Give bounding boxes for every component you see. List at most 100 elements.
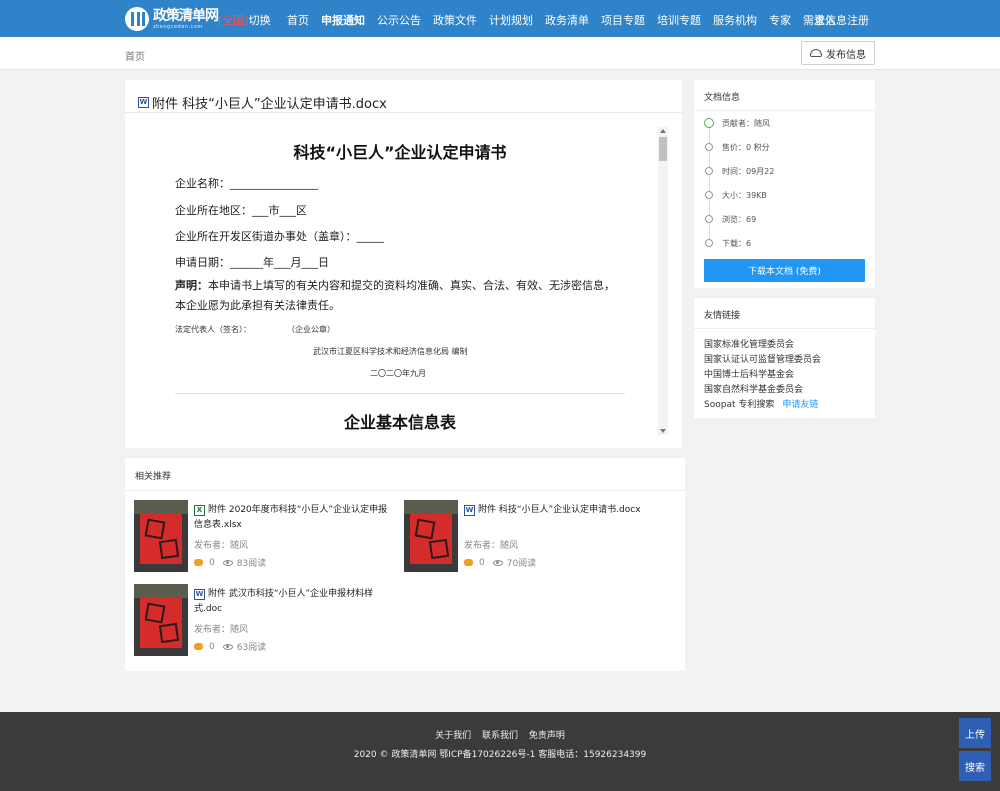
cloud-upload-icon xyxy=(810,49,822,57)
doc-field-region: 企业所在地区：___市___区 xyxy=(175,204,307,217)
float-search-button[interactable]: 搜索 xyxy=(959,751,991,781)
eye-icon xyxy=(222,559,233,566)
doc-info-title: 文档信息 xyxy=(704,93,741,103)
coin-icon xyxy=(194,643,203,650)
friend-link[interactable]: 中国博士后科学基金会 xyxy=(704,368,821,383)
nav-item-home[interactable]: 首页 xyxy=(287,12,309,28)
region-switch-link[interactable]: 切换 xyxy=(249,14,271,27)
apply-friend-link[interactable]: 申请友链 xyxy=(782,400,818,410)
nav-item-experts[interactable]: 专家 xyxy=(769,12,791,28)
nav-item-plans[interactable]: 计划规划 xyxy=(489,12,533,28)
doc-declaration-text: 本申请书上填写的有关内容和提交的资料均准确、真实、合法、有效、无涉密信息，本企业… xyxy=(175,279,615,312)
eye-icon xyxy=(492,559,503,566)
related-card[interactable]: X 附件 2020年度市科技“小巨人”企业认定申报信息表.xlsx 发布者：随风 … xyxy=(134,500,394,572)
friend-link-row: Soopat 专利搜索 申请友链 xyxy=(704,398,821,413)
publish-info-button[interactable]: 发布信息 xyxy=(801,41,875,65)
related-card[interactable]: W 附件 武汉市科技“小巨人”企业申报材料样式.doc 发布者：随风 0 63阅读 xyxy=(134,584,394,656)
related-card-publisher: 发布者：随风 xyxy=(194,625,249,635)
divider xyxy=(694,328,875,329)
nav-item-announcements[interactable]: 公示公告 xyxy=(377,12,421,28)
footer-link-disclaimer[interactable]: 免责声明 xyxy=(529,731,565,741)
friend-links-list: 国家标准化管理委员会 国家认证认可监督管理委员会 中国博士后科学基金会 国家自然… xyxy=(704,338,821,413)
logo-name: 政策清单网 xyxy=(153,7,219,24)
document-thumbnail[interactable] xyxy=(134,584,188,656)
doc-company-seal-label: （企业公章） xyxy=(287,325,335,334)
excel-file-icon: X xyxy=(194,505,205,516)
doc-declaration: 声明：本申请书上填写的有关内容和提交的资料均准确、真实、合法、有效、无涉密信息，… xyxy=(175,276,625,316)
doc-field-company-name: 企业名称：________________ xyxy=(175,177,318,190)
site-logo[interactable]: 政策清单网 zhengcedan.com xyxy=(125,7,219,31)
friend-link[interactable]: 国家自然科学基金委员会 xyxy=(704,383,821,398)
related-card-stats: 0 63阅读 xyxy=(194,640,266,653)
footer-copyright: 2020 © 政策清单网 鄂ICP备17026226号-1 客服电话：15926… xyxy=(353,750,647,760)
scroll-thumb[interactable] xyxy=(659,137,667,161)
related-card-title[interactable]: X 附件 2020年度市科技“小巨人”企业认定申报信息表.xlsx xyxy=(194,503,394,533)
doc-section-heading: 企业基本信息表 xyxy=(343,413,456,432)
related-title: 相关推荐 xyxy=(135,472,172,482)
related-recommendations-panel: 相关推荐 X 附件 2020年度市科技“小巨人”企业认定申报信息表.xlsx 发布… xyxy=(125,458,685,671)
friend-link[interactable]: 国家认证认可监督管理委员会 xyxy=(704,353,821,368)
document-viewer[interactable]: 科技“小巨人”企业认定申请书 企业名称：________________ 企业所… xyxy=(125,112,682,448)
region-selector[interactable]: [全国]切换 xyxy=(218,12,271,28)
nav-item-policy-documents[interactable]: 政策文件 xyxy=(433,12,477,28)
doc-heading: 科技“小巨人”企业认定申请书 xyxy=(293,143,507,162)
coin-icon xyxy=(194,559,203,566)
related-card-publisher: 发布者：随风 xyxy=(464,541,519,551)
nav-item-training-topics[interactable]: 培训专题 xyxy=(657,12,701,28)
doc-info-downloads: 下载：6 xyxy=(704,236,751,250)
document-scrollbar[interactable] xyxy=(658,127,668,435)
doc-divider xyxy=(175,393,625,394)
related-card-publisher: 发布者：随风 xyxy=(194,541,249,551)
word-file-icon: W xyxy=(464,505,475,516)
document-thumbnail[interactable] xyxy=(404,500,458,572)
footer-link-contact[interactable]: 联系我们 xyxy=(482,731,518,741)
float-upload-button[interactable]: 上传 xyxy=(959,718,991,748)
related-card-stats: 0 83阅读 xyxy=(194,556,266,569)
doc-info-price: 售价：0 积分 xyxy=(704,140,770,154)
nav-item-service-agencies[interactable]: 服务机构 xyxy=(713,12,757,28)
doc-issuer: 武汉市江夏区科学技术和经济信息化局 编制 xyxy=(313,347,468,356)
document-title: W 附件 科技“小巨人”企业认定申请书.docx xyxy=(138,93,387,112)
word-file-icon: W xyxy=(194,589,205,600)
scroll-up-arrow-icon[interactable] xyxy=(660,129,666,133)
related-card-title[interactable]: W 附件 科技“小巨人”企业认定申请书.docx xyxy=(464,503,664,518)
logo-icon xyxy=(125,7,149,31)
publish-info-label: 发布信息 xyxy=(826,49,866,61)
document-panel: W 附件 科技“小巨人”企业认定申请书.docx 科技“小巨人”企业认定申请书 … xyxy=(125,80,682,448)
friend-link[interactable]: Soopat 专利搜索 xyxy=(704,400,774,410)
doc-info-size: 大小：39KB xyxy=(704,188,767,202)
nav-item-government-lists[interactable]: 政务清单 xyxy=(545,12,589,28)
auth-links: 登入 注册 xyxy=(803,12,869,28)
document-info-panel: 文档信息 贡献者：随风 售价：0 积分 时间：09月22 大小：39KB 浏览：… xyxy=(694,80,875,288)
register-link[interactable]: 注册 xyxy=(847,12,869,28)
friend-link[interactable]: 国家标准化管理委员会 xyxy=(704,338,821,353)
related-card[interactable]: W 附件 科技“小巨人”企业认定申请书.docx 发布者：随风 0 70阅读 xyxy=(404,500,664,572)
timeline-dot-icon xyxy=(705,167,713,175)
document-thumbnail[interactable] xyxy=(134,500,188,572)
timeline-dot-icon xyxy=(705,239,713,247)
nav-item-project-topics[interactable]: 项目专题 xyxy=(601,12,645,28)
download-document-button[interactable]: 下载本文档 (免费) xyxy=(704,259,865,282)
doc-info-views: 浏览：69 xyxy=(704,212,756,226)
doc-info-time: 时间：09月22 xyxy=(704,164,774,178)
nav-item-application-notice[interactable]: 申报通知 xyxy=(321,12,365,28)
doc-declaration-label: 声明： xyxy=(175,279,208,292)
login-link[interactable]: 登入 xyxy=(814,12,836,28)
divider xyxy=(125,490,685,491)
document-title-text: 附件 科技“小巨人”企业认定申请书.docx xyxy=(152,97,387,112)
coin-icon xyxy=(464,559,473,566)
doc-field-apply-date: 申请日期：______年___月___日 xyxy=(175,256,329,269)
footer-link-about[interactable]: 关于我们 xyxy=(435,731,471,741)
timeline-dot-icon xyxy=(705,143,713,151)
doc-field-district-office: 企业所在开发区街道办事处（盖章）：_____ xyxy=(175,230,384,243)
scroll-down-arrow-icon[interactable] xyxy=(660,429,666,433)
word-file-icon: W xyxy=(138,97,149,108)
doc-signature-label: 法定代表人（签名）： xyxy=(175,325,251,334)
footer-links: 关于我们 联系我们 免责声明 xyxy=(0,728,1000,741)
timeline-dot-icon xyxy=(705,215,713,223)
eye-icon xyxy=(222,643,233,650)
main-nav: 首页 申报通知 公示公告 政策文件 计划规划 政务清单 项目专题 培训专题 服务… xyxy=(287,12,859,28)
breadcrumb-home[interactable]: 首页 xyxy=(125,48,145,63)
friend-links-panel: 友情链接 国家标准化管理委员会 国家认证认可监督管理委员会 中国博士后科学基金会… xyxy=(694,298,875,418)
related-card-title[interactable]: W 附件 武汉市科技“小巨人”企业申报材料样式.doc xyxy=(194,587,394,617)
